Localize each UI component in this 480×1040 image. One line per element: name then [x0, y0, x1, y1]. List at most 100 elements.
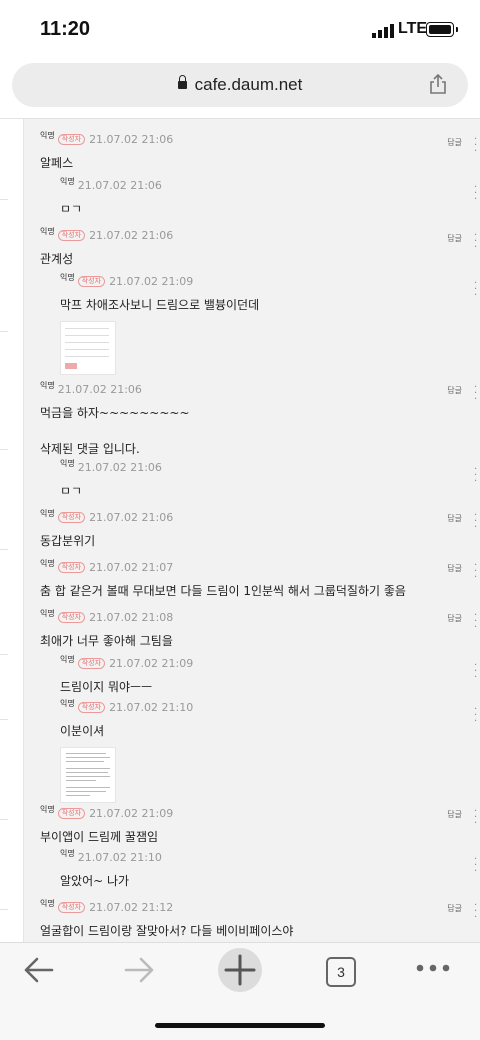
comment-item: 익명 작성자 21.07.02 21:06 알페스 [40, 131, 173, 171]
more-options-icon[interactable]: · · · [474, 561, 477, 583]
comment-author: 익명 [40, 131, 55, 140]
comment-time: 21.07.02 21:09 [109, 657, 194, 670]
comment-time: 21.07.02 21:07 [89, 561, 174, 574]
reply-button[interactable]: 답글 [447, 809, 462, 820]
deleted-comment: 삭제된 댓글 입니다. [40, 432, 140, 457]
comment-text: 알페스 [40, 156, 74, 170]
address-bar[interactable]: cafe.daum.net [12, 63, 468, 107]
writer-badge: 작성자 [57, 808, 86, 819]
more-options-icon[interactable]: · · · [474, 279, 477, 301]
comment-text: 이분이셔 [60, 724, 105, 738]
comment-time: 21.07.02 21:10 [109, 701, 194, 714]
comment-author: 익명 [40, 899, 55, 908]
comment-text: ㅁㄱ [60, 484, 83, 498]
comment-area[interactable]: 익명 작성자 21.07.02 21:06 알페스 답글 · · · 익명 21.07.0… [0, 118, 480, 943]
browser-toolbar: 3 [0, 942, 480, 1040]
signal-icon [372, 24, 394, 38]
reply-button[interactable]: 답글 [447, 137, 462, 148]
home-indicator [155, 1023, 325, 1028]
new-tab-button[interactable] [218, 948, 262, 992]
reply-button[interactable]: 답글 [447, 563, 462, 574]
comment-text: 막프 차애조사보니 드림으로 밸븅이던데 [60, 298, 260, 312]
status-bar: 11:20 LTE [0, 0, 480, 58]
comment-item: 익명 작성자 21.07.02 21:06 동갑분위기 [40, 509, 174, 549]
back-icon[interactable] [22, 955, 56, 985]
comment-time: 21.07.02 21:08 [89, 611, 174, 624]
reply-button[interactable]: 답글 [447, 513, 462, 524]
comment-panel: 익명 작성자 21.07.02 21:06 알페스 답글 · · · 익명 21.07.0… [24, 119, 480, 943]
reply-button[interactable]: 답글 [447, 613, 462, 624]
more-options-icon[interactable]: · · · [474, 511, 477, 533]
writer-badge: 작성자 [77, 658, 106, 669]
comment-time: 21.07.02 21:06 [77, 461, 162, 474]
reply-item: 익명 21.07.02 21:10 알았어~ 나가 [60, 849, 162, 889]
plus-icon [224, 954, 256, 986]
comment-text: 알았어~ 나가 [60, 874, 130, 888]
reply-button[interactable]: 답글 [447, 385, 462, 396]
url-display[interactable]: cafe.daum.net [12, 75, 468, 95]
reply-item: 익명 21.07.02 21:06 ㅁㄱ [60, 459, 162, 499]
comment-author: 익명 [40, 509, 55, 518]
more-options-icon[interactable]: · · · [474, 183, 477, 205]
comment-author: 익명 [40, 609, 55, 618]
forward-icon[interactable] [122, 955, 156, 985]
reply-item: 익명 작성자 21.07.02 21:09 드림이지 뭐야ㅡㅡ [60, 655, 194, 695]
battery-icon [426, 22, 458, 37]
comment-time: 21.07.02 21:09 [89, 807, 174, 820]
comment-item: 익명 작성자 21.07.02 21:08 최애가 너무 좋아해 그팀을 [40, 609, 174, 649]
reply-button[interactable]: 답글 [447, 903, 462, 914]
writer-badge: 작성자 [57, 902, 86, 913]
comment-text: 춤 합 같은거 볼때 무대보면 다들 드림이 1인분씩 해서 그룹덕질하기 좋음 [40, 584, 406, 598]
comment-author: 익명 [60, 849, 75, 858]
deleted-text: 삭제된 댓글 입니다. [40, 442, 140, 456]
comment-author: 익명 [40, 559, 55, 568]
more-options-icon[interactable]: · · · [474, 135, 477, 157]
more-options-icon[interactable]: · · · [474, 661, 477, 683]
comment-time: 21.07.02 21:06 [57, 383, 142, 396]
comment-text: 관계성 [40, 252, 74, 266]
more-options-icon[interactable]: · · · [474, 807, 477, 829]
attached-image[interactable] [60, 747, 116, 803]
comment-author: 익명 [60, 655, 75, 664]
left-gutter [0, 119, 24, 943]
more-options-icon[interactable]: · · · [474, 611, 477, 633]
more-options-icon[interactable]: · · · [474, 901, 477, 923]
comment-item: 익명 작성자 21.07.02 21:07 춤 합 같은거 볼때 무대보면 다들 드… [40, 559, 406, 599]
comment-item: 익명 21.07.02 21:06 먹금을 하자~~~~~~~~~ [40, 381, 190, 421]
comment-author: 익명 [40, 381, 55, 390]
tab-switcher-button[interactable]: 3 [326, 957, 356, 987]
reply-item: 익명 21.07.02 21:06 ㅁㄱ [60, 177, 162, 217]
more-icon[interactable] [416, 963, 450, 973]
writer-badge: 작성자 [57, 134, 86, 145]
comment-time: 21.07.02 21:10 [77, 851, 162, 864]
more-options-icon[interactable]: · · · [474, 383, 477, 405]
more-options-icon[interactable]: · · · [474, 231, 477, 253]
writer-badge: 작성자 [57, 562, 86, 573]
writer-badge: 작성자 [77, 702, 106, 713]
reply-button[interactable]: 답글 [447, 233, 462, 244]
more-options-icon[interactable]: · · · [474, 855, 477, 877]
attached-image[interactable] [60, 321, 116, 375]
comment-author: 익명 [60, 699, 75, 708]
comment-item: 익명 작성자 21.07.02 21:09 부이앱이 드림께 꿀잼임 [40, 805, 174, 845]
reply-item: 익명 작성자 21.07.02 21:09 막프 차애조사보니 드림으로 밸븅이던데 [60, 273, 260, 375]
comment-time: 21.07.02 21:06 [77, 179, 162, 192]
comment-text: 드림이지 뭐야ㅡㅡ [60, 680, 153, 694]
reply-item: 익명 작성자 21.07.02 21:10 이분이셔 [60, 699, 194, 803]
comment-text: ㅁㄱ [60, 202, 83, 216]
comment-text: 먹금을 하자~~~~~~~~~ [40, 406, 190, 420]
comment-text: 최애가 너무 좋아해 그팀을 [40, 634, 173, 648]
comment-item: 익명 작성자 21.07.02 21:06 관계성 [40, 227, 174, 267]
comment-text: 얼굴합이 드림이랑 잘맞아서? 다들 베이비페이스야 [40, 924, 294, 938]
comment-author: 익명 [60, 273, 75, 282]
comment-time: 21.07.02 21:06 [89, 511, 174, 524]
comment-author: 익명 [40, 805, 55, 814]
comment-time: 21.07.02 21:06 [89, 229, 174, 242]
share-icon[interactable] [428, 73, 448, 95]
comment-text: 부이앱이 드림께 꿀잼임 [40, 830, 159, 844]
network-type: LTE [398, 20, 428, 37]
more-options-icon[interactable]: · · · [474, 465, 477, 487]
more-options-icon[interactable]: · · · [474, 705, 477, 727]
comment-time: 21.07.02 21:12 [89, 901, 174, 914]
writer-badge: 작성자 [77, 276, 106, 287]
